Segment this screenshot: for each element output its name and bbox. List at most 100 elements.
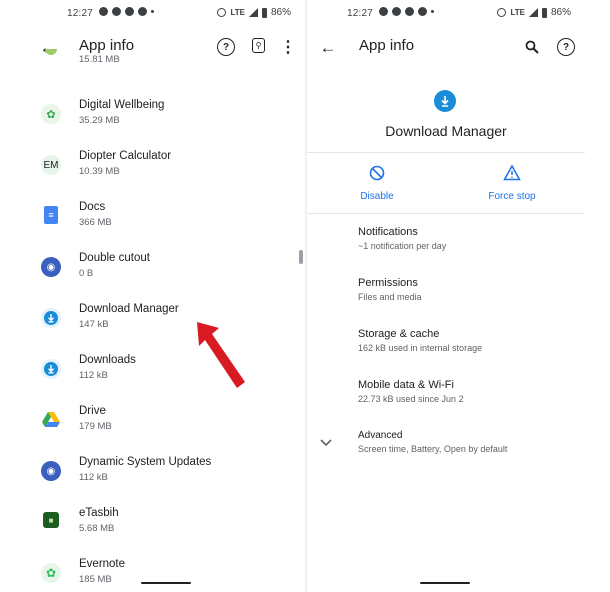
diopter-calculator-icon: EM [41, 155, 61, 175]
app-size: 15.81 MB [79, 54, 120, 65]
telegram-icon [405, 7, 414, 16]
pref-notifications[interactable]: Notifications ~1 notification per day [358, 226, 578, 251]
android-icon: ◉ [41, 461, 61, 481]
app-size: 0 B [79, 268, 94, 279]
app-info-screen: 12:27 LTE 86% ← App info ? Download Mana… [307, 0, 585, 592]
app-row-digital-wellbeing[interactable]: ✿ Digital Wellbeing 35.29 MB [27, 96, 305, 147]
red-pointer-arrow [197, 322, 245, 388]
chevron-down-icon[interactable] [319, 436, 333, 450]
app-size: 35.29 MB [79, 115, 120, 126]
app-size: 185 MB [79, 574, 112, 585]
android-icon: ◉ [41, 257, 61, 277]
telegram-icon [392, 7, 401, 16]
network-type: LTE [230, 8, 245, 17]
etasbih-icon: ■ [43, 512, 59, 528]
downloads-icon [41, 359, 61, 379]
app-row-downloads[interactable]: Downloads 112 kB [27, 351, 305, 402]
pref-advanced[interactable]: Advanced Screen time, Battery, Open by d… [358, 430, 578, 454]
app-size: 147 kB [79, 319, 109, 330]
battery-percent: 86% [550, 7, 571, 18]
facebook-icon [418, 7, 427, 16]
app-row-download-manager[interactable]: Download Manager 147 kB [27, 300, 305, 351]
notification-icons [99, 7, 154, 16]
app-name: Digital Wellbeing [79, 99, 165, 111]
app-name: Dynamic System Updates [79, 456, 212, 468]
docs-icon: ≡ [44, 206, 58, 224]
network-type: LTE [510, 8, 525, 17]
app-row-diopter-calculator[interactable]: EM Diopter Calculator 10.39 MB [27, 147, 305, 198]
facebook-icon [138, 7, 147, 16]
disable-button[interactable]: Disable [327, 164, 427, 204]
status-bar: 12:27 LTE 86% [27, 0, 305, 28]
status-time: 12:27 [67, 8, 94, 19]
scrollbar-thumb[interactable] [299, 250, 303, 264]
gesture-nav-handle[interactable] [420, 582, 470, 584]
battery-icon [261, 7, 267, 18]
app-name: Downloads [79, 354, 136, 366]
whatsapp-icon [379, 7, 388, 16]
pref-storage-cache[interactable]: Storage & cache 162 kB used in internal … [358, 328, 578, 353]
pref-mobile-data-wifi[interactable]: Mobile data & Wi-Fi 22.73 kB used since … [358, 379, 578, 404]
pref-summary: 162 kB used in internal storage [358, 343, 483, 353]
app-row-partial[interactable]: 15.81 MB [27, 49, 305, 100]
telegram-icon [112, 7, 121, 16]
app-row-double-cutout[interactable]: ◉ Double cutout 0 B [27, 249, 305, 300]
app-name: Evernote [79, 558, 126, 570]
force-stop-button[interactable]: Force stop [462, 164, 562, 204]
app-name: Double cutout [79, 252, 150, 264]
telegram-icon [125, 7, 134, 16]
app-bar: ← App info ? [307, 28, 585, 66]
app-name: Docs [79, 201, 106, 213]
help-icon[interactable]: ? [557, 38, 575, 56]
app-name: Drive [79, 405, 106, 417]
gesture-nav-handle[interactable] [141, 582, 191, 584]
more-notifications-dot [151, 10, 154, 13]
more-notifications-dot [431, 10, 434, 13]
app-row-drive[interactable]: Drive 179 MB [27, 402, 305, 453]
divider [307, 213, 585, 214]
warning-icon [503, 164, 521, 181]
pref-summary: ~1 notification per day [358, 241, 447, 251]
pref-summary: Screen time, Battery, Open by default [358, 444, 508, 454]
alarm-icon [497, 8, 507, 17]
pref-title: Permissions [358, 277, 418, 289]
app-size: 366 MB [79, 217, 112, 228]
app-list-screen: 12:27 LTE 86% ← App info ? ⚲ ⋮ 15.81 MB … [27, 0, 305, 592]
app-size: 5.68 MB [79, 523, 115, 534]
app-name: eTasbih [79, 507, 119, 519]
pref-summary: 22.73 kB used since Jun 2 [358, 394, 464, 404]
signal-icon [248, 8, 258, 17]
pref-summary: Files and media [358, 292, 422, 302]
partial-app-icon [45, 49, 57, 55]
app-size: 179 MB [79, 421, 112, 432]
whatsapp-icon [99, 7, 108, 16]
status-right: LTE 86% [497, 7, 571, 18]
app-row-etasbih[interactable]: ■ eTasbih 5.68 MB [27, 504, 305, 555]
alarm-icon [217, 8, 227, 17]
app-size: 112 kB [79, 370, 108, 381]
app-row-evernote[interactable]: ✿ Evernote 185 MB [27, 555, 305, 592]
status-time: 12:27 [347, 8, 374, 19]
pref-title: Mobile data & Wi-Fi [358, 379, 454, 391]
search-icon[interactable] [523, 38, 541, 56]
pref-title: Notifications [358, 226, 418, 238]
back-arrow-icon[interactable]: ← [319, 38, 337, 56]
app-row-dynamic-system-updates[interactable]: ◉ Dynamic System Updates 112 kB [27, 453, 305, 504]
pref-title: Storage & cache [358, 328, 440, 340]
download-manager-icon [41, 308, 61, 328]
app-row-docs[interactable]: ≡ Docs 366 MB [27, 198, 305, 249]
status-bar: 12:27 LTE 86% [307, 0, 585, 28]
screenshot-frame: 12:27 LTE 86% ← App info ? ⚲ ⋮ 15.81 MB … [0, 0, 610, 592]
app-name-heading: Download Manager [385, 123, 507, 139]
notification-icons [379, 7, 434, 16]
app-size: 112 kB [79, 472, 108, 483]
battery-percent: 86% [270, 7, 291, 18]
app-name: Diopter Calculator [79, 150, 172, 162]
pref-permissions[interactable]: Permissions Files and media [358, 277, 578, 302]
download-manager-icon [434, 90, 456, 112]
app-size: 10.39 MB [79, 166, 120, 177]
disable-icon [369, 165, 385, 181]
drive-icon [41, 410, 61, 430]
disable-label: Disable [360, 191, 394, 202]
pref-title: Advanced [358, 430, 403, 441]
